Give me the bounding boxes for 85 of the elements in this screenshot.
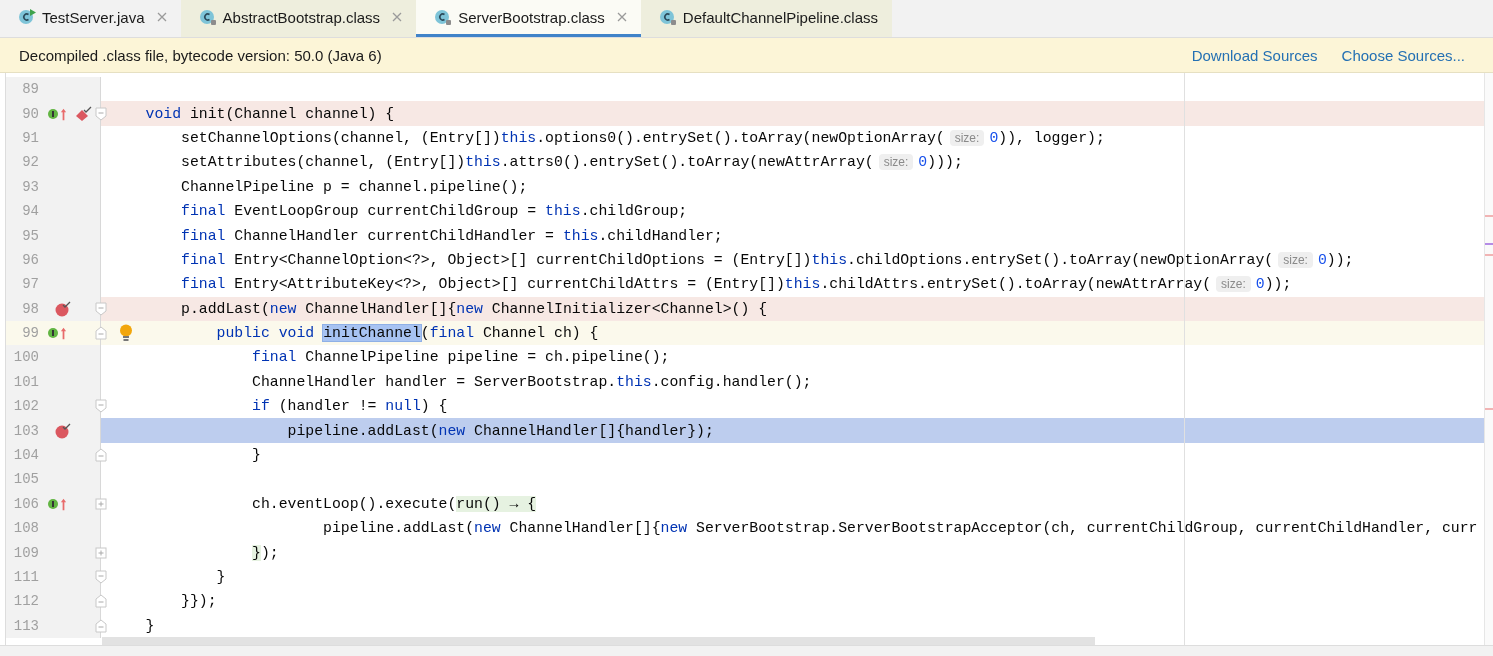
line-number: 106 xyxy=(12,495,39,512)
line-number: 105 xyxy=(12,471,39,488)
line-number: 97 xyxy=(21,276,39,293)
line-number: 113 xyxy=(12,617,39,634)
banner-link[interactable]: Download Sources xyxy=(1191,46,1318,64)
code-text: pipeline.addLast(new ChannelHandler[]{new ServerBootstrap.ServerBootstrapAcceptor(ch, currentChildGroup, currentChildHandler, curr xyxy=(322,520,1478,537)
implements-icon[interactable] xyxy=(47,327,59,340)
breakpoint-icon[interactable] xyxy=(54,422,72,439)
code-text: p.addLast(new ChannelHandler[]{new ChannelInitializer<Channel>() { xyxy=(180,300,768,317)
line-number: 111 xyxy=(12,569,39,585)
banner-message: Decompiled .class file, bytecode version: 50.0 (Java 6) xyxy=(19,46,382,64)
code-text: 0)); xyxy=(1255,276,1292,293)
editor-tab[interactable]: TestServer.java xyxy=(0,0,181,37)
code-text: pipeline.addLast(new ChannelHandler[]{handler}); xyxy=(286,422,714,439)
fold-icon[interactable] xyxy=(95,106,107,121)
line-number: 98 xyxy=(21,300,39,317)
fold-icon[interactable] xyxy=(95,496,107,511)
line-number: 95 xyxy=(21,227,39,244)
class-lock-icon xyxy=(658,8,677,26)
line-number: 93 xyxy=(21,178,39,195)
banner-link[interactable]: Choose Sources... xyxy=(1341,46,1465,64)
parameter-hint: size: xyxy=(1216,276,1251,293)
method-breakpoint-icon[interactable] xyxy=(75,105,93,122)
line-number: 90 xyxy=(21,105,39,122)
breakpoint-icon[interactable] xyxy=(54,300,72,317)
fold-icon[interactable] xyxy=(95,326,107,341)
code-text: ChannelPipeline p = channel.pipeline(); xyxy=(180,178,528,195)
code-text: final ChannelHandler currentChildHandler = this.childHandler; xyxy=(180,227,723,244)
code-text: void init(Channel channel) { xyxy=(144,105,395,122)
code-text: final EventLoopGroup currentChildGroup = this.childGroup; xyxy=(180,203,688,220)
code-text: }); xyxy=(251,544,279,561)
fold-icon[interactable] xyxy=(95,399,107,414)
code-text: if (handler != null) { xyxy=(251,398,448,415)
implements-icon[interactable] xyxy=(47,107,59,120)
code-text: setAttributes(channel, (Entry[])this.attrs0().entrySet().toArray(newAttrArray( xyxy=(180,154,874,171)
line-number: 109 xyxy=(12,544,39,561)
fold-icon[interactable] xyxy=(95,545,107,560)
line-number: 96 xyxy=(21,251,39,268)
implements-icon[interactable] xyxy=(47,497,59,510)
class-lock-icon xyxy=(198,8,217,26)
line-number: 89 xyxy=(21,81,39,98)
code-text: final ChannelPipeline pipeline = ch.pipeline(); xyxy=(251,349,670,366)
code-text: 0)); xyxy=(1317,251,1354,268)
editor-tab[interactable]: AbstractBootstrap.class xyxy=(180,0,417,37)
line-number: 112 xyxy=(12,593,39,610)
line-number: 104 xyxy=(12,447,39,464)
close-icon[interactable] xyxy=(156,12,167,22)
line-number: 100 xyxy=(12,349,39,366)
editor-tab[interactable]: ServerBootstrap.class xyxy=(416,0,641,37)
line-number: 99 xyxy=(21,325,39,342)
fold-icon[interactable] xyxy=(95,594,107,609)
line-number: 108 xyxy=(12,520,39,537)
code-text: 0))); xyxy=(918,154,963,171)
horizontal-scrollbar[interactable] xyxy=(102,637,1095,645)
editor-tab[interactable]: DefaultChannelPipeline.class xyxy=(640,0,892,37)
line-number: 102 xyxy=(12,398,39,415)
close-icon[interactable] xyxy=(616,12,627,22)
code-text: } xyxy=(251,447,261,464)
line-number: 103 xyxy=(12,422,39,439)
code-text: ChannelHandler handler = ServerBootstrap.this.config.handler(); xyxy=(251,373,812,390)
fold-icon[interactable] xyxy=(95,618,107,633)
code-text: }}); xyxy=(180,593,217,610)
code-text: final Entry<AttributeKey<?>, Object>[] currentChildAttrs = (Entry[])this.childAttrs.entrySet().toArray(newAttrArray( xyxy=(180,276,1212,293)
line-number: 92 xyxy=(21,154,39,171)
fold-icon[interactable] xyxy=(95,448,107,463)
code-text: setChannelOptions(channel, (Entry[])this.options0().entrySet().toArray(newOptionArray( xyxy=(180,129,945,146)
code-text: } xyxy=(215,569,226,585)
parameter-hint: size: xyxy=(1278,251,1313,268)
code-text: 0)), logger); xyxy=(989,129,1105,146)
line-number: 101 xyxy=(12,373,39,390)
fold-icon[interactable] xyxy=(95,570,107,584)
class-lock-icon xyxy=(434,8,453,26)
line-number: 91 xyxy=(21,129,39,146)
line-number: 94 xyxy=(21,203,39,220)
parameter-hint: size: xyxy=(949,129,985,146)
fold-icon[interactable] xyxy=(95,301,107,316)
code-text: final Entry<ChannelOption<?>, Object>[] currentChildOptions = (Entry[])this.childOptions.entrySet().toArray(newOptionArray( xyxy=(180,251,1274,268)
close-icon[interactable] xyxy=(392,12,403,22)
parameter-hint: size: xyxy=(878,154,914,171)
code-text: ch.eventLoop().execute(run() → { xyxy=(251,495,537,512)
class-run-icon xyxy=(18,8,36,26)
code-text: public void initChannel(final Channel ch) { xyxy=(215,325,599,342)
error-stripe[interactable] xyxy=(1484,73,1493,645)
code-text: } xyxy=(144,617,155,634)
lightbulb-icon[interactable] xyxy=(119,324,133,343)
